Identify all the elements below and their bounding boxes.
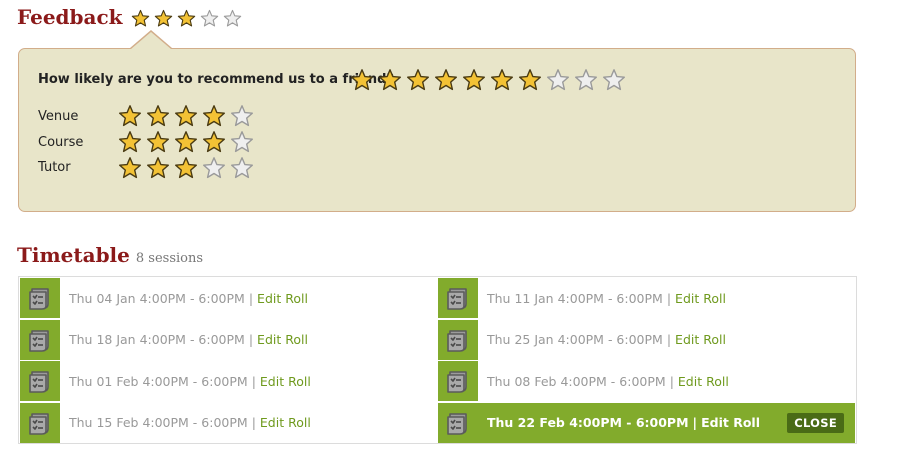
session-time: Thu 18 Jan 4:00PM - 6:00PM | Edit Roll: [69, 332, 308, 347]
edit-roll-link[interactable]: Edit Roll: [257, 291, 308, 306]
star-empty-icon[interactable]: [230, 130, 254, 154]
separator: |: [251, 373, 256, 389]
star-filled-icon[interactable]: [518, 68, 542, 92]
panel-pointer-fill: [131, 32, 171, 49]
star-empty-icon: [200, 9, 219, 28]
star-empty-icon[interactable]: [602, 68, 626, 92]
recommend-question: How likely are you to recommend us to a …: [38, 72, 395, 87]
star-filled-icon[interactable]: [202, 130, 226, 154]
star-filled-icon[interactable]: [174, 156, 198, 180]
feedback-title: Feedback: [17, 5, 123, 29]
star-filled-icon[interactable]: [118, 104, 142, 128]
star-filled-icon[interactable]: [146, 104, 170, 128]
roll-sheet-icon: [20, 319, 60, 360]
summary-star-rating: [131, 9, 246, 28]
close-button[interactable]: CLOSE: [787, 412, 844, 433]
roll-sheet-icon: [20, 361, 60, 401]
session-date-time: Thu 01 Feb 4:00PM - 6:00PM: [69, 373, 248, 389]
session-row[interactable]: Thu 15 Feb 4:00PM - 6:00PM | Edit Roll: [20, 402, 437, 443]
star-filled-icon[interactable]: [174, 104, 198, 128]
star-filled-icon[interactable]: [174, 130, 198, 154]
star-empty-icon[interactable]: [230, 104, 254, 128]
separator: |: [692, 415, 698, 430]
roll-sheet-icon: [438, 402, 478, 443]
star-filled-icon: [177, 9, 196, 28]
star-filled-icon[interactable]: [350, 68, 374, 92]
session-time: Thu 15 Feb 4:00PM - 6:00PM | Edit Roll: [69, 415, 311, 430]
star-filled-icon: [154, 9, 173, 28]
edit-roll-link[interactable]: Edit Roll: [701, 415, 760, 430]
session-row[interactable]: Thu 11 Jan 4:00PM - 6:00PM | Edit Roll: [438, 278, 855, 318]
session-time: Thu 25 Jan 4:00PM - 6:00PM | Edit Roll: [487, 332, 726, 347]
star-filled-icon[interactable]: [490, 68, 514, 92]
star-empty-icon[interactable]: [546, 68, 570, 92]
roll-sheet-icon: [20, 402, 60, 443]
star-filled-icon[interactable]: [406, 68, 430, 92]
star-empty-icon[interactable]: [202, 156, 226, 180]
session-time: Thu 08 Feb 4:00PM - 6:00PM | Edit Roll: [487, 374, 729, 389]
star-empty-icon[interactable]: [574, 68, 598, 92]
edit-roll-link[interactable]: Edit Roll: [678, 374, 729, 389]
roll-sheet-icon: [438, 319, 478, 360]
star-filled-icon[interactable]: [118, 130, 142, 154]
separator: |: [666, 290, 672, 306]
star-filled-icon[interactable]: [118, 156, 142, 180]
session-row[interactable]: Thu 25 Jan 4:00PM - 6:00PM | Edit Roll: [438, 319, 855, 360]
session-date-time: Thu 04 Jan 4:00PM - 6:00PM: [69, 290, 245, 306]
edit-roll-link[interactable]: Edit Roll: [260, 374, 311, 389]
session-date-time: Thu 22 Feb 4:00PM - 6:00PM: [487, 415, 689, 430]
star-filled-icon[interactable]: [462, 68, 486, 92]
session-time: Thu 04 Jan 4:00PM - 6:00PM | Edit Roll: [69, 291, 308, 306]
roll-sheet-icon: [438, 361, 478, 401]
edit-roll-link[interactable]: Edit Roll: [675, 332, 726, 347]
session-count: 8 sessions: [135, 251, 204, 266]
recommend-star-rating[interactable]: [350, 68, 630, 92]
session-row[interactable]: Thu 08 Feb 4:00PM - 6:00PM | Edit Roll: [438, 361, 855, 401]
star-filled-icon: [131, 9, 150, 28]
timetable-title: Timetable 8 sessions: [17, 243, 204, 267]
course-star-rating[interactable]: [118, 130, 258, 154]
session-date-time: Thu 11 Jan 4:00PM - 6:00PM: [487, 290, 663, 306]
session-time: Thu 11 Jan 4:00PM - 6:00PM | Edit Roll: [487, 291, 726, 306]
session-date-time: Thu 25 Jan 4:00PM - 6:00PM: [487, 332, 663, 347]
separator: |: [666, 332, 672, 347]
roll-sheet-icon: [438, 278, 478, 318]
star-filled-icon[interactable]: [434, 68, 458, 92]
course-label: Course: [38, 135, 84, 150]
star-empty-icon[interactable]: [230, 156, 254, 180]
star-filled-icon[interactable]: [146, 156, 170, 180]
star-filled-icon[interactable]: [378, 68, 402, 92]
edit-roll-link[interactable]: Edit Roll: [260, 415, 311, 430]
edit-roll-link[interactable]: Edit Roll: [675, 291, 726, 306]
separator: |: [251, 415, 256, 430]
separator: |: [248, 290, 254, 306]
separator: |: [669, 373, 674, 389]
star-filled-icon[interactable]: [202, 104, 226, 128]
session-date-time: Thu 08 Feb 4:00PM - 6:00PM: [487, 373, 666, 389]
timetable-grid: Thu 04 Jan 4:00PM - 6:00PM | Edit Roll Thu …: [18, 276, 857, 444]
edit-roll-link[interactable]: Edit Roll: [257, 332, 308, 347]
tutor-star-rating[interactable]: [118, 156, 258, 180]
session-row[interactable]: Thu 01 Feb 4:00PM - 6:00PM | Edit Roll: [20, 361, 437, 401]
session-time: Thu 01 Feb 4:00PM - 6:00PM | Edit Roll: [69, 374, 311, 389]
star-filled-icon[interactable]: [146, 130, 170, 154]
venue-label: Venue: [38, 109, 79, 124]
session-row[interactable]: Thu 18 Jan 4:00PM - 6:00PM | Edit Roll: [20, 319, 437, 360]
session-time: Thu 22 Feb 4:00PM - 6:00PM | Edit Roll: [487, 415, 760, 430]
session-row[interactable]: Thu 04 Jan 4:00PM - 6:00PM | Edit Roll: [20, 278, 437, 318]
session-date-time: Thu 18 Jan 4:00PM - 6:00PM: [69, 332, 245, 347]
session-row[interactable]: Thu 22 Feb 4:00PM - 6:00PM | Edit Roll CLOS…: [438, 402, 855, 443]
star-empty-icon: [223, 9, 242, 28]
venue-star-rating[interactable]: [118, 104, 258, 128]
tutor-label: Tutor: [38, 160, 71, 175]
session-date-time: Thu 15 Feb 4:00PM - 6:00PM: [69, 415, 248, 430]
roll-sheet-icon: [20, 278, 60, 318]
separator: |: [248, 332, 254, 347]
